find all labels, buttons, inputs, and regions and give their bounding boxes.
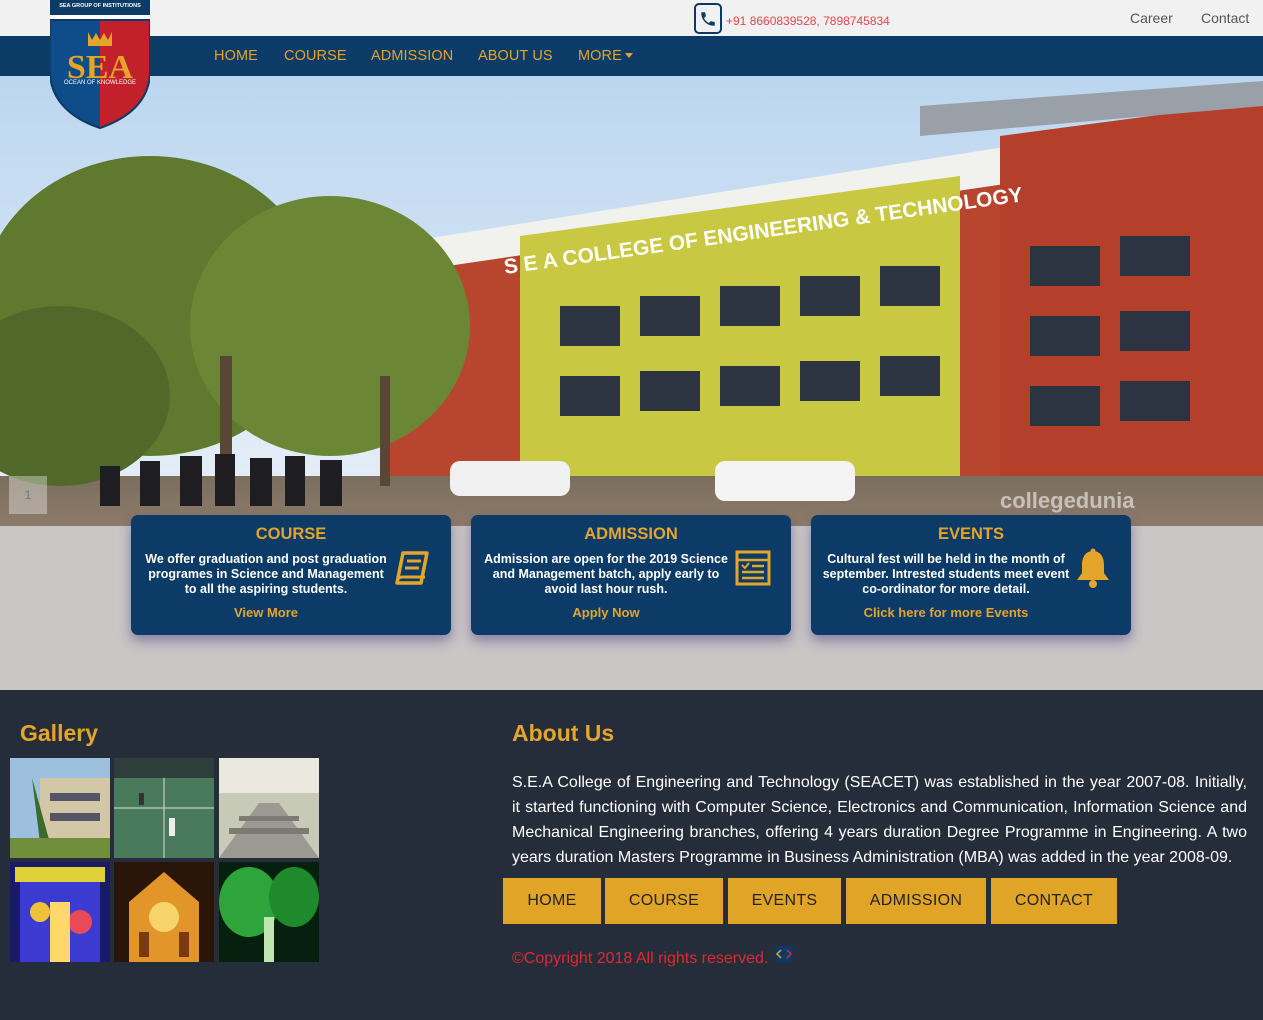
logo-tagline: OCEAN OF KNOWLEDGE (63, 80, 136, 86)
nav-home[interactable]: HOME (214, 48, 258, 64)
footer: Gallery About Us S.E.A College of Engine… (0, 690, 1263, 1020)
nav-course[interactable]: COURSE (284, 48, 347, 64)
more-events-link[interactable]: Click here for more Events (821, 605, 1071, 620)
course-card: COURSE We offer graduation and post grad… (131, 515, 451, 635)
career-link[interactable]: Career (1130, 10, 1173, 26)
slider-indicator[interactable]: 1 (9, 476, 47, 514)
footer-home-button[interactable]: HOME (503, 878, 601, 924)
events-card: EVENTS Cultural fest will be held in the… (811, 515, 1131, 635)
about-us-text: S.E.A College of Engineering and Technol… (512, 774, 1247, 866)
gallery-thumbnail[interactable] (219, 758, 319, 858)
card-title: ADMISSION (584, 525, 678, 543)
footer-contact-button[interactable]: CONTACT (991, 878, 1117, 924)
book-icon (393, 547, 433, 589)
card-title: EVENTS (937, 525, 1005, 543)
card-text: Cultural fest will be held in the month … (822, 552, 1070, 596)
phone-numbers: +91 8660839528, 7898745834 (726, 14, 890, 28)
nav-about-us[interactable]: ABOUT US (478, 48, 553, 64)
apply-now-link[interactable]: Apply Now (481, 605, 731, 620)
nav-admission[interactable]: ADMISSION (371, 48, 453, 64)
card-text: We offer graduation and post graduation … (145, 552, 387, 596)
footer-course-button[interactable]: COURSE (605, 878, 723, 924)
gallery-title: Gallery (20, 720, 98, 746)
gallery-thumbnail[interactable] (114, 758, 214, 858)
sea-logo[interactable]: SEA SEA GROUP OF INSTITUTIONS OCEAN OF K… (49, 0, 151, 130)
contact-link[interactable]: Contact (1201, 10, 1249, 26)
card-title: COURSE (255, 525, 327, 543)
gallery-thumbnail[interactable] (10, 862, 110, 962)
card-text: Admission are open for the 2019 Science … (484, 552, 728, 596)
phone-icon (694, 3, 722, 34)
gallery-thumbnail[interactable] (219, 862, 319, 962)
bell-icon (1073, 547, 1113, 589)
copyright-text: ©Copyright 2018 All rights reserved. (512, 950, 769, 967)
hero-watermark: collegedunia (1000, 488, 1135, 513)
gallery-thumbnail[interactable] (10, 758, 110, 858)
footer-admission-button[interactable]: ADMISSION (846, 878, 986, 924)
admission-card: ADMISSION Admission are open for the 201… (471, 515, 791, 635)
view-more-link[interactable]: View More (141, 605, 391, 620)
nav-more-dropdown[interactable]: MORE (578, 48, 633, 64)
logo-group-text: SEA GROUP OF INSTITUTIONS (59, 3, 141, 9)
top-bar: +91 8660839528, 7898745834 Career Contac… (0, 0, 1263, 36)
caret-down-icon (624, 53, 633, 58)
footer-events-button[interactable]: EVENTS (728, 878, 841, 924)
code-badge-icon (775, 946, 793, 962)
form-icon (733, 547, 773, 589)
about-us-title: About Us (512, 720, 615, 746)
hero-slider-image: S E A COLLEGE OF ENGINEERING & TECHNOLOG… (0, 76, 1263, 526)
main-navbar: HOME COURSE ADMISSION ABOUT US MORE (0, 36, 1263, 76)
nav-more-label: MORE (578, 48, 622, 64)
gallery-thumbnail[interactable] (114, 862, 214, 962)
